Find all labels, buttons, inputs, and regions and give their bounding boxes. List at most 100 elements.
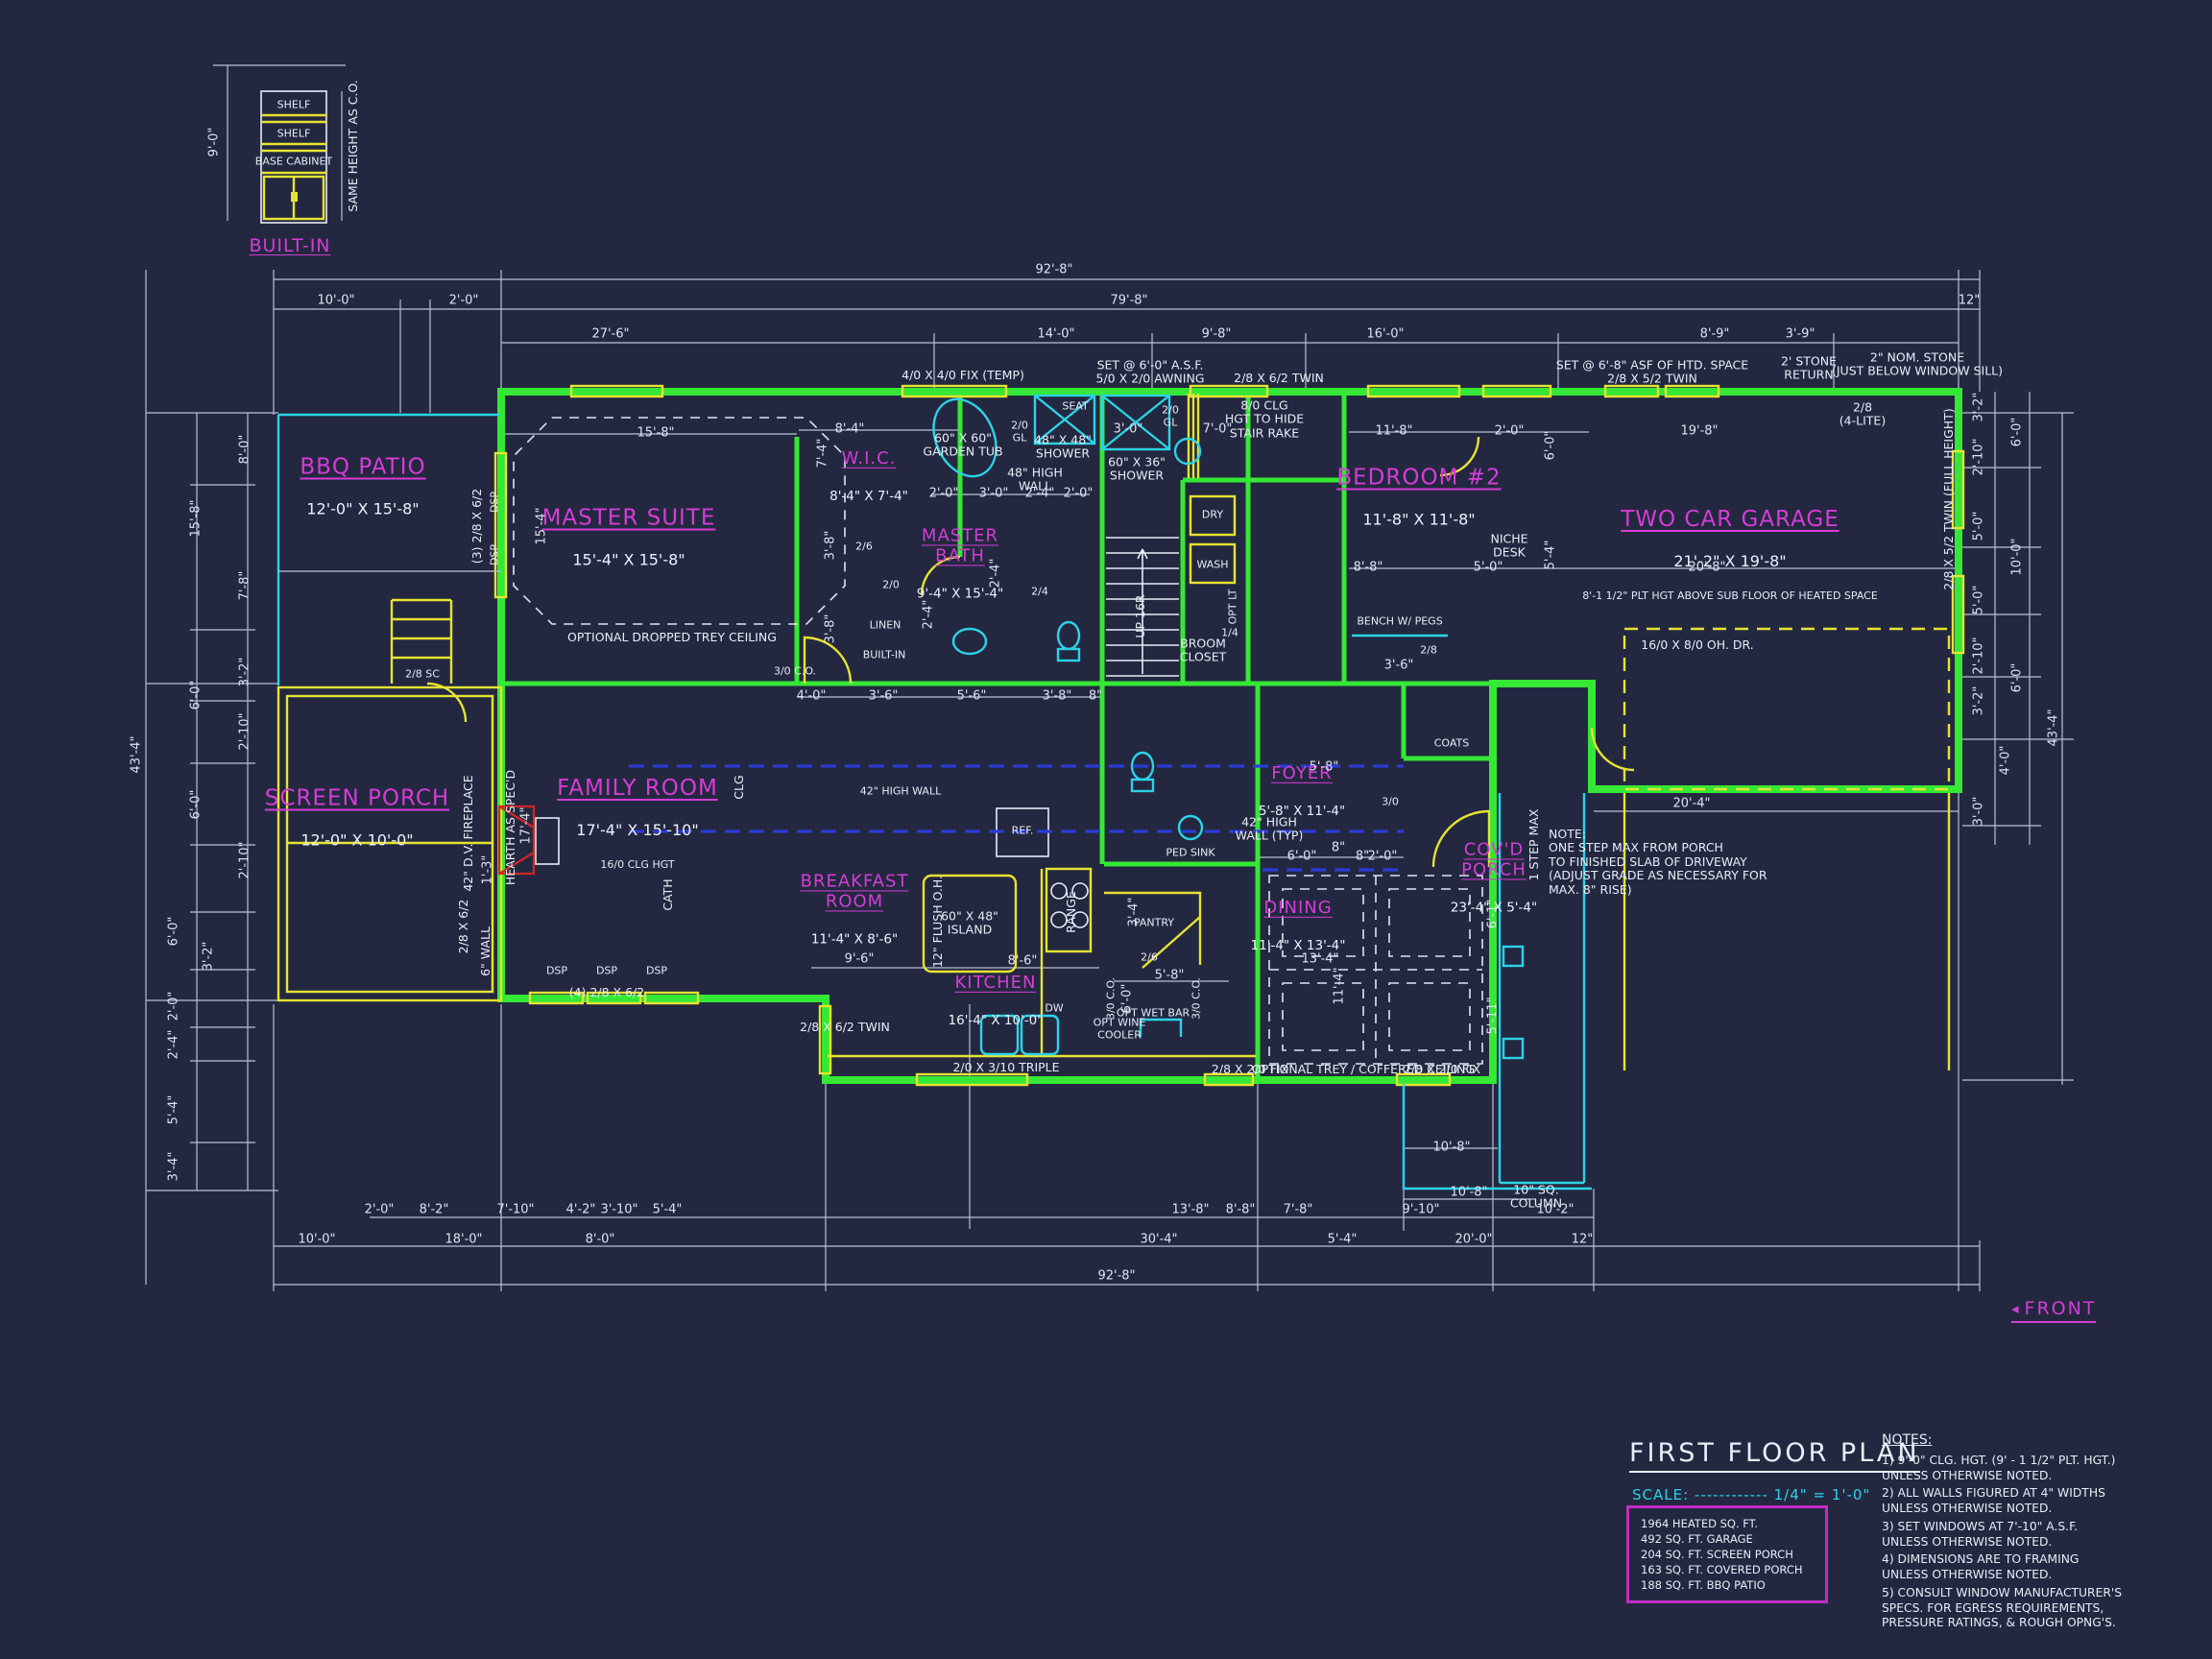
dims-left-items-9: 3'-2" [203, 942, 217, 972]
dims-plan-22: 8'-8" [1354, 562, 1383, 576]
dims-left-items-3: 3'-2" [239, 658, 253, 687]
dims-plan-4: 2'-0" [929, 488, 959, 502]
annotations-fireplace: 42" D.V. FIREPLACE [462, 775, 475, 891]
annotations-glass_door: 2/0 GL [1011, 420, 1028, 444]
dims-left-items-12: 5'-4" [168, 1095, 182, 1125]
annotations-door_2_8: 2/8 [1420, 645, 1437, 658]
annotations-bench_pegs: BENCH W/ PEGS [1357, 616, 1442, 629]
annotations-win_twin_52: SET @ 6'-8" ASF OF HTD. SPACE 2/8 X 5/2 … [1556, 359, 1748, 387]
annotations-island: 60" X 48" ISLAND [941, 910, 998, 938]
dims-plan-21: 19'-8" [1680, 425, 1718, 440]
annotations-win_triple: 2/0 X 3/10 TRIPLE [952, 1061, 1059, 1074]
dims-plan-9: 3'-8" [825, 614, 839, 644]
annotations-high_wall_48: 48" HIGH WALL [1007, 467, 1063, 494]
room-name: FOYER [1230, 764, 1374, 784]
dims-plan-3: 7'-4" [817, 439, 831, 469]
room-size: 15'-4" X 15'-8" [504, 552, 754, 569]
dims-top-row-1: 14'-0" [1037, 328, 1074, 343]
annotations-stone: 2" NOM. STONE (JUST BELOW WINDOW SILL) [1832, 351, 2003, 379]
dims-left-overall: 43'-4" [131, 735, 145, 773]
dims-plan-28: 5'-8" [1155, 970, 1185, 984]
room-label-dining: DINING 11'-4" X 13'-4" [1226, 881, 1370, 972]
dims-plan-13: 3'-6" [869, 690, 899, 705]
room-note: 8'-1 1/2" PLT HGT ABOVE SUB FLOOR OF HEA… [1557, 590, 1903, 603]
room-name: FAMILY ROOM [527, 776, 748, 801]
annotations-stair_rake_note: 8/0 CLG HGT TO HIDE STAIR RAKE [1225, 398, 1304, 440]
annotations-cath: CATH [661, 878, 675, 910]
area-line: 1964 HEATED SQ. FT. [1641, 1516, 1814, 1531]
annotations-co_3_0: 3/0 C.O. [1106, 977, 1118, 1020]
dims-plan-1: 15'-4" [536, 507, 550, 544]
rooms-master-note: OPTIONAL DROPPED TREY CEILING [567, 631, 777, 644]
room-note: 16/0 CLG HGT [527, 859, 748, 872]
dims-left-items-13: 3'-4" [168, 1152, 182, 1182]
dims-bottom-row2-6: 12" [1572, 1234, 1594, 1248]
note-item: 1) 9'-0" CLG. HGT. (9' - 1 1/2" PLT. HGT… [1882, 1454, 2136, 1483]
dims-plan-36: 17'-4" [520, 806, 535, 844]
annotations-dsp: DSP [490, 492, 502, 513]
room-label-family-room: FAMILY ROOM 17'-4" X 15'-10" 16/0 CLG HG… [527, 758, 748, 889]
builtin-dim: 9'-0" [208, 128, 223, 157]
dims-plan-42: 6'-0" [1287, 851, 1317, 865]
annotations-fridge: REF. [1012, 826, 1034, 838]
room-size: 16'-4" X 10'-0" [909, 1014, 1082, 1029]
dims-bottom-row2-1: 18'-0" [445, 1234, 482, 1248]
annotations-dsp: DSP [646, 966, 667, 978]
annotations-door_2_0: 2/0 [882, 580, 900, 592]
dims-bottom-row2-4: 5'-4" [1328, 1234, 1358, 1248]
notes-block: NOTES: 1) 9'-0" CLG. HGT. (9' - 1 1/2" P… [1882, 1432, 2136, 1634]
dims-plan-39: 10'-8" [1450, 1187, 1487, 1201]
annotations-coats: COATS [1434, 738, 1470, 751]
builtin-shelves-1: SHELF [277, 129, 311, 141]
dims-plan-20: 5'-4" [1545, 541, 1559, 570]
dims-left-items-10: 2'-0" [168, 992, 182, 1022]
annotations-co_3_0: 3/0 C.O. [774, 666, 816, 679]
dims-left-items-5: 2'-10" [239, 712, 253, 750]
dims-plan-37: 1'-3" [482, 855, 496, 885]
dims-right-items-8: 3'-2" [1973, 686, 1987, 716]
dims-left-items-2: 7'-8" [239, 571, 253, 601]
dims-bottom-row2-3: 30'-4" [1140, 1234, 1177, 1248]
annotations-hearth: HEARTH AS SPEC'D [504, 770, 517, 885]
dims-plan-12: 4'-0" [797, 690, 827, 705]
note-item: 4) DIMENSIONS ARE TO FRAMING UNLESS OTHE… [1882, 1552, 2136, 1582]
plan-title: FIRST FLOOR PLAN [1629, 1438, 1920, 1473]
dims-bottom-row1-0: 2'-0" [365, 1204, 395, 1218]
dims-bottom-row2-2: 8'-0" [586, 1234, 615, 1248]
annotations-win_awning: SET @ 6'-0" A.S.F. 5/0 X 2/0 AWNING [1095, 359, 1204, 387]
annotations-oh_door: 16/0 X 8/0 OH. DR. [1641, 638, 1753, 652]
annotations-door_2_6: 2/6 [855, 541, 873, 554]
annotations-stairs_up: UP 16R [1134, 594, 1147, 637]
annotations-win_62_x4: (4) 2/8 X 6/2 [569, 986, 644, 999]
dims-left-items-4: 6'-0" [190, 681, 204, 710]
builtin-title: BUILT-IN [249, 236, 330, 257]
room-size: 12'-0" X 10'-0" [232, 832, 482, 850]
dims-top-row-2: 9'-8" [1202, 328, 1232, 343]
dims-top-left-1: 2'-0" [449, 295, 479, 309]
dims-bottom-row1-6: 13'-8" [1171, 1204, 1209, 1218]
room-label-screen-porch: SCREEN PORCH 12'-0" X 10'-0" [232, 769, 482, 868]
dims-plan-31: 13'-4" [1301, 953, 1338, 968]
builtin-base: BASE CABINET [255, 156, 332, 169]
dims-plan-15: 3'-8" [1043, 690, 1072, 705]
notes-title: NOTES: [1882, 1432, 2136, 1448]
dims-plan-5: 3'-0" [979, 488, 1009, 502]
dims-plan-24: 20'-8" [1688, 562, 1725, 576]
room-label-bbq-patio: BBQ PATIO 12'-0" X 15'-8" [257, 438, 469, 537]
annotations-win_twin_62: 2/8 X 6/2 TWIN [1234, 372, 1324, 385]
front-arrow-icon: ◂ [2011, 1300, 2019, 1317]
area-summary-box: 1964 HEATED SQ. FT. 492 SQ. FT. GARAGE 2… [1626, 1505, 1828, 1603]
annotations-ped_sink: PED SINK [1166, 848, 1214, 860]
annotations-door_3_0: 3/0 [1382, 797, 1399, 809]
room-size: 11'-8" X 11'-8" [1309, 512, 1529, 529]
annotations-high_wall_42: 42" HIGH WALL [860, 786, 941, 799]
dims-top-row-4: 8'-9" [1700, 328, 1730, 343]
room-size: 11'-4" X 13'-4" [1226, 939, 1370, 954]
dims-top-sub: 79'-8" [1110, 295, 1147, 309]
room-label-garage: TWO CAR GARAGE 21'-2" X 19'-8" 8'-1 1/2"… [1557, 490, 1903, 620]
annotations-built_in: BUILT-IN [863, 650, 906, 662]
annotations-niche_desk: NICHE DESK [1490, 533, 1527, 561]
dims-left-items-7: 2'-10" [239, 841, 253, 878]
annotations-shower_60: 60" X 36" SHOWER [1108, 456, 1166, 484]
annotations-wine_cooler: OPT WINE COOLER [1094, 1017, 1146, 1041]
